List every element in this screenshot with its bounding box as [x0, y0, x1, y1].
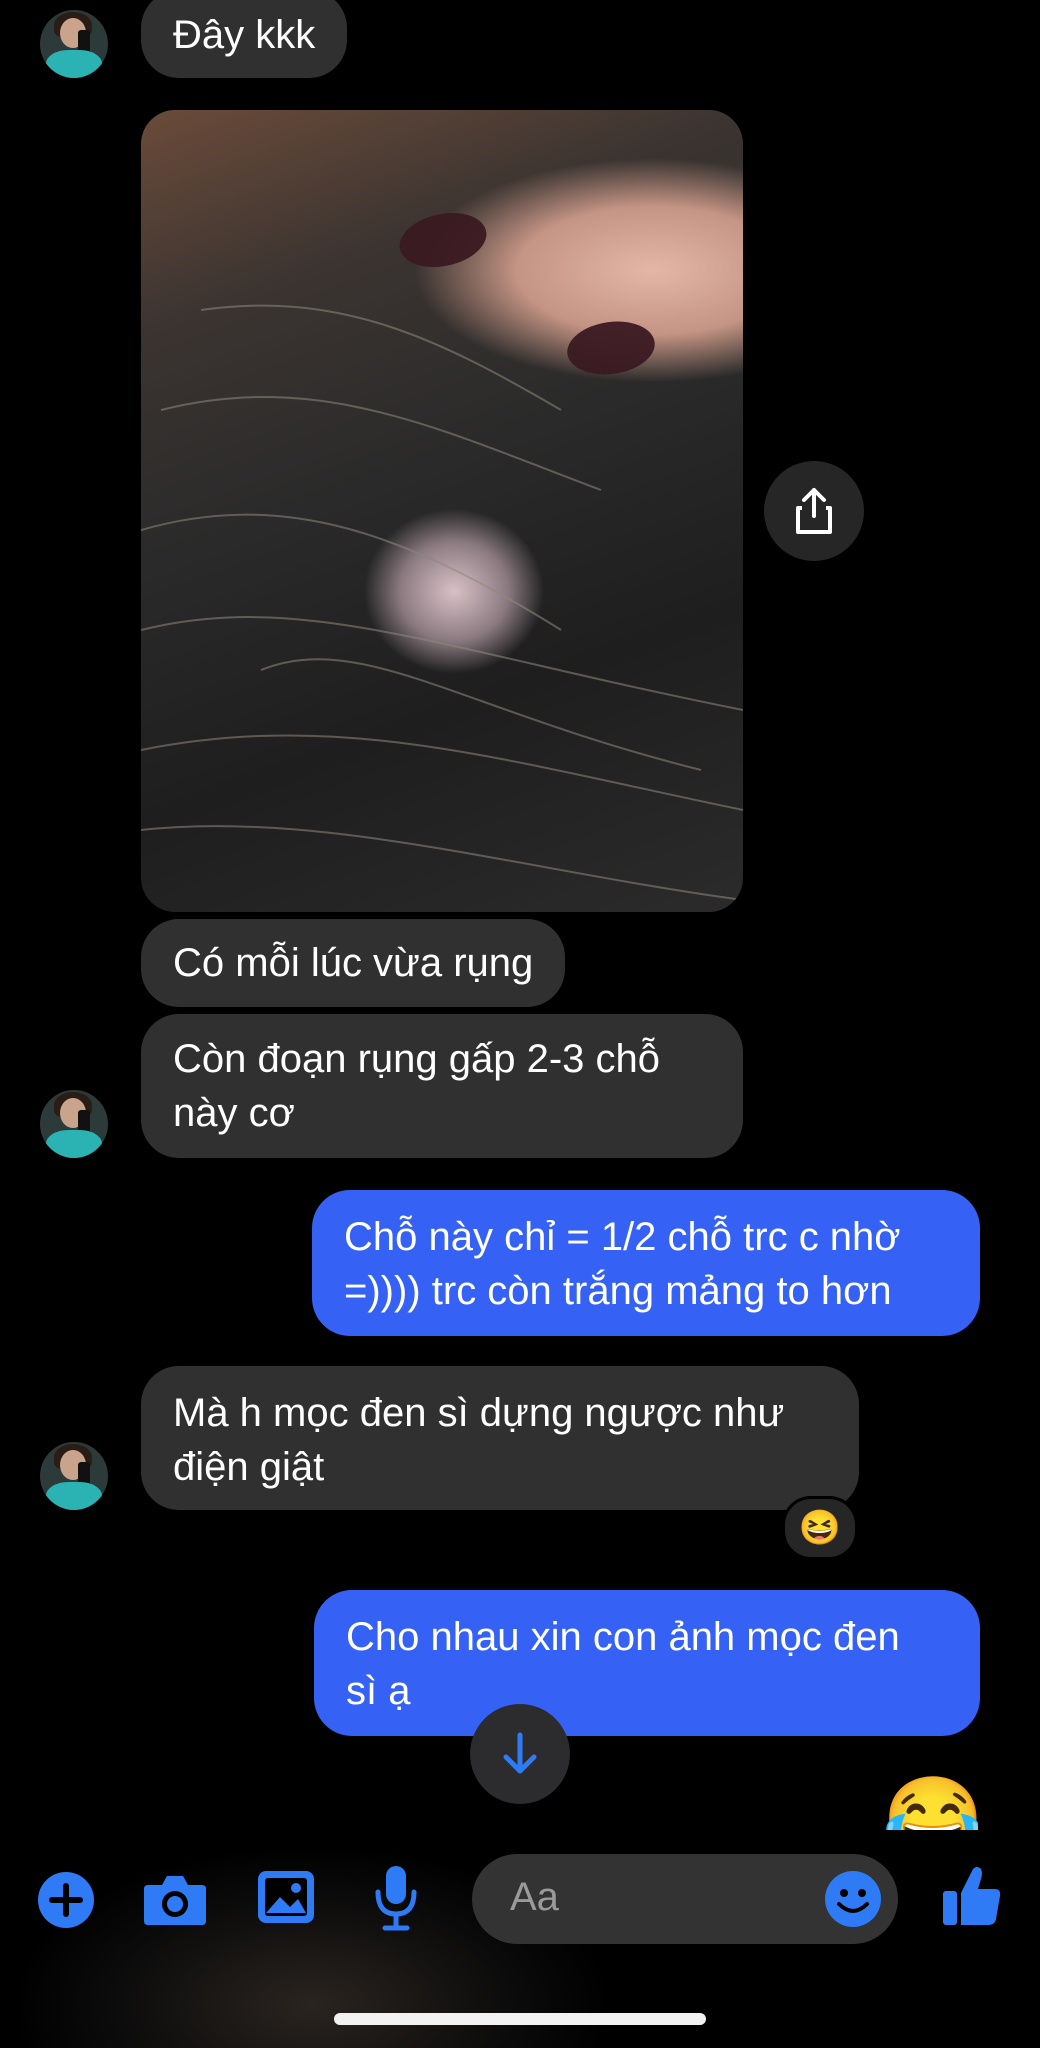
message-text-line: Chỗ này chỉ = 1/2 chỗ trc c nhờ	[344, 1215, 901, 1259]
message-text-line: này cơ	[173, 1091, 295, 1135]
emoji-icon	[825, 1871, 881, 1927]
message-text: Đây kkk	[173, 13, 316, 57]
reaction-emoji: 😆	[798, 1509, 842, 1547]
camera-button[interactable]	[142, 1868, 208, 1930]
scroll-down-button[interactable]	[470, 1704, 570, 1804]
voice-button[interactable]	[370, 1862, 422, 1934]
contact-avatar[interactable]	[40, 1442, 108, 1510]
microphone-icon	[375, 1866, 417, 1931]
message-incoming[interactable]: Còn đoạn rụng gấp 2-3 chỗ này cơ	[141, 1014, 743, 1158]
add-button[interactable]	[36, 1870, 96, 1930]
thumbs-up-icon	[943, 1867, 1001, 1925]
message-text-line: điện giật	[173, 1445, 325, 1489]
share-icon	[796, 488, 832, 534]
plus-icon	[38, 1872, 94, 1928]
share-button[interactable]	[764, 461, 864, 561]
shared-photo[interactable]	[141, 110, 743, 912]
message-text-line: =)))) trc còn trắng mảng to hơn	[344, 1269, 892, 1313]
contact-avatar[interactable]	[40, 1090, 108, 1158]
message-text-line: Còn đoạn rụng gấp 2-3 chỗ	[173, 1037, 661, 1081]
contact-avatar[interactable]	[40, 10, 108, 78]
message-text-line: sì ạ	[346, 1669, 411, 1713]
sent-emoji[interactable]: 😂	[882, 1770, 978, 1830]
message-incoming[interactable]: Đây kkk	[141, 0, 348, 78]
message-text: Có mỗi lúc vừa rụng	[173, 941, 534, 985]
scroll-down-icon	[503, 1732, 537, 1774]
like-button[interactable]	[940, 1862, 1004, 1928]
message-outgoing[interactable]: Cho nhau xin con ảnh mọc đen sì ạ	[314, 1590, 980, 1736]
message-text-line: Mà h mọc đen sì dựng ngược như	[173, 1391, 785, 1435]
emoji-button[interactable]	[822, 1868, 884, 1930]
home-indicator	[334, 2013, 706, 2025]
message-reaction[interactable]: 😆	[782, 1496, 858, 1560]
image-icon	[258, 1871, 314, 1923]
input-placeholder: Aa	[510, 1875, 559, 1919]
message-incoming[interactable]: Mà h mọc đen sì dựng ngược như điện giật	[141, 1366, 859, 1510]
hair-strands	[141, 212, 743, 901]
message-incoming[interactable]: Có mỗi lúc vừa rụng	[141, 919, 566, 1007]
message-outgoing[interactable]: Chỗ này chỉ = 1/2 chỗ trc c nhờ =)))) tr…	[312, 1190, 980, 1336]
message-text-line: Cho nhau xin con ảnh mọc đen	[346, 1615, 900, 1659]
message-input[interactable]: Aa	[472, 1854, 898, 1944]
camera-icon	[144, 1876, 206, 1925]
gallery-button[interactable]	[254, 1866, 318, 1928]
